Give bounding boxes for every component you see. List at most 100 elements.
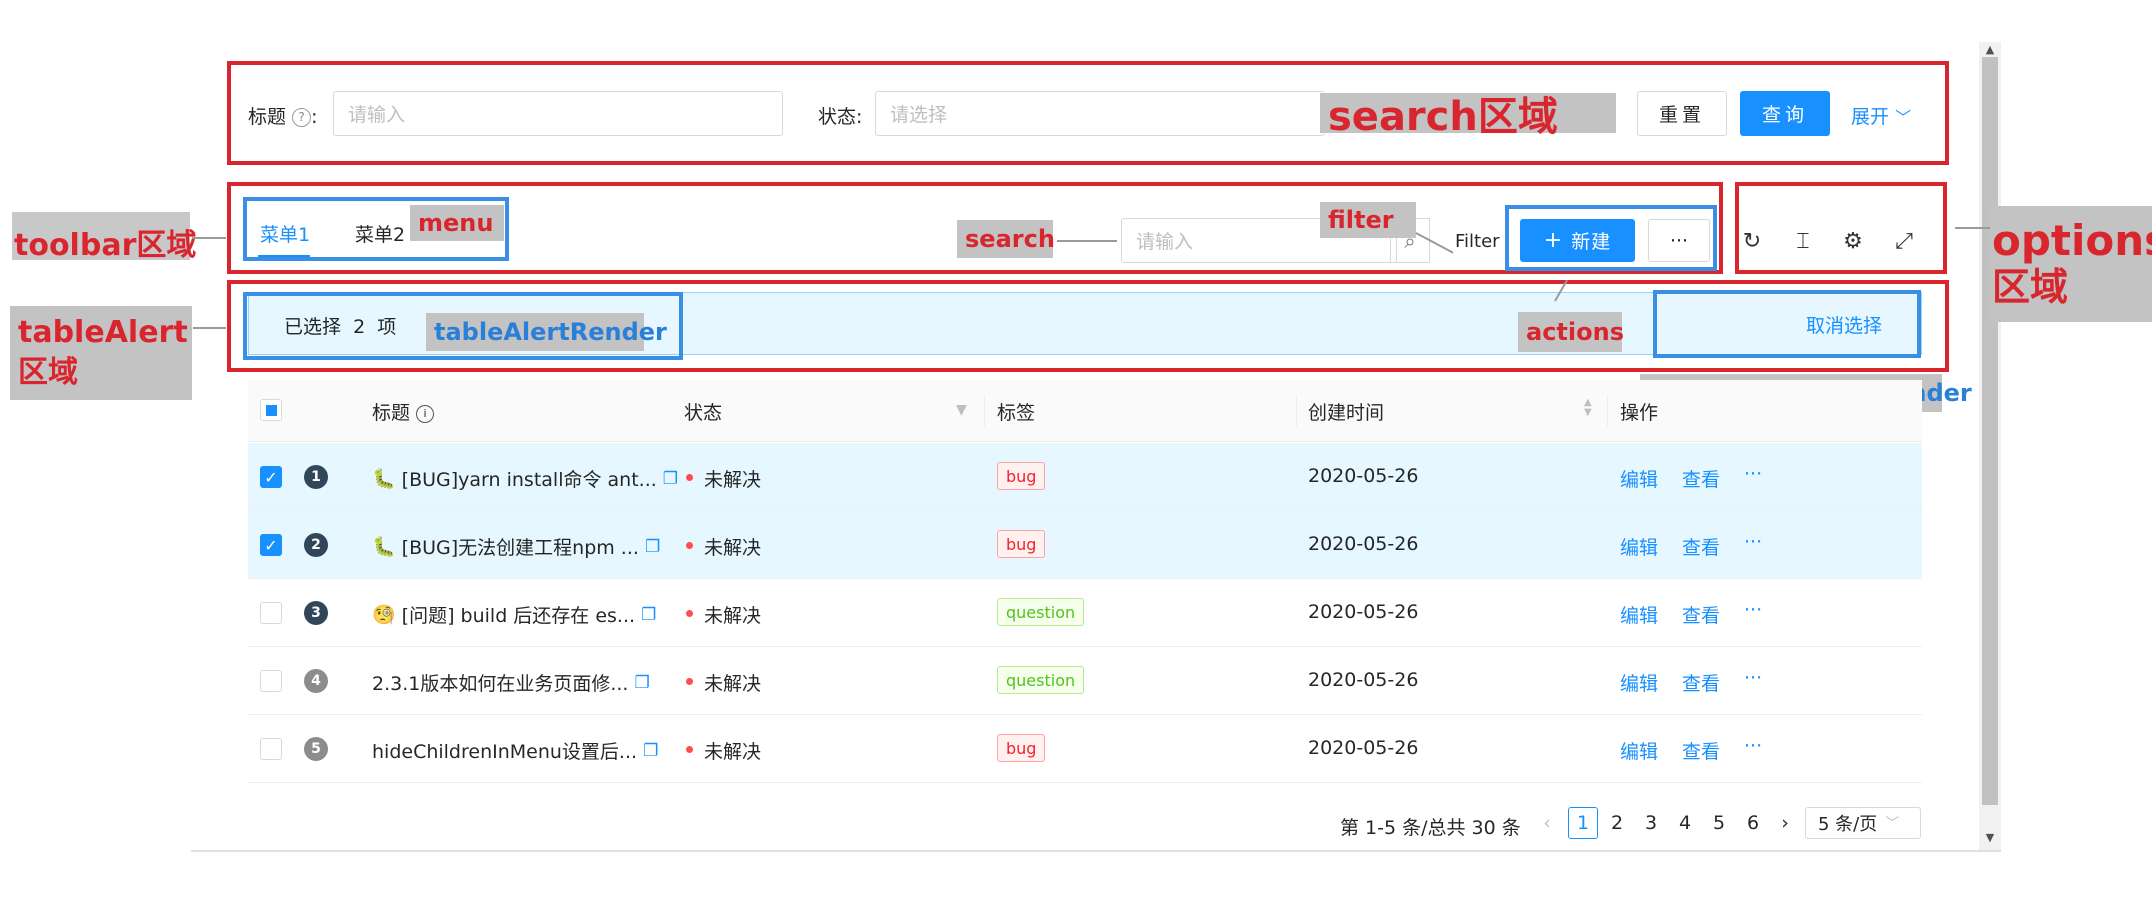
row-tag: bug	[997, 530, 1046, 558]
scrollbar-thumb[interactable]	[1982, 57, 1998, 805]
row-title[interactable]: 🧐 [问题] build 后还存在 es... ❐	[372, 601, 656, 628]
row-status: 未解决	[704, 741, 762, 763]
edit-link[interactable]: 编辑	[1620, 533, 1658, 560]
table-header	[248, 380, 1922, 442]
edit-link[interactable]: 编辑	[1620, 737, 1658, 764]
row-title-text: hideChildrenInMenu设置后...	[372, 741, 638, 763]
view-link[interactable]: 查看	[1682, 669, 1720, 696]
column-divider	[1607, 395, 1608, 427]
table-row[interactable]: ✓ 2 🐛 [BUG]无法创建工程npm ... ❐ 未解决 bug 2020-…	[248, 511, 1922, 579]
row-index-badge: 1	[304, 465, 328, 489]
prev-page-icon[interactable]: ‹	[1537, 807, 1557, 839]
th-tags: 标签	[997, 402, 1036, 424]
row-more-icon[interactable]: ···	[1744, 531, 1762, 553]
page-size-value: 5 条/页	[1818, 814, 1878, 835]
table-alert-render-annotation-label: tableAlertRender	[426, 313, 667, 351]
issue-emoji-icon: 🐛	[372, 468, 396, 490]
row-checkbox[interactable]	[260, 738, 282, 760]
indeterminate-icon	[265, 404, 277, 416]
search-area-annotation-label: search区域	[1320, 93, 1616, 140]
density-icon[interactable]: ⌶	[1789, 227, 1817, 255]
toolbar-search-placeholder: 请输入	[1136, 231, 1194, 253]
table-row[interactable]: ✓ 1 🐛 [BUG]yarn install命令 ant... ❐ 未解决 b…	[248, 443, 1922, 511]
row-title[interactable]: 🐛 [BUG]yarn install命令 ant... ❐	[372, 465, 678, 492]
fullscreen-icon[interactable]: ⤢	[1890, 227, 1918, 255]
menu-annotation-label: menu	[410, 205, 504, 241]
page-number[interactable]: 3	[1636, 807, 1666, 839]
page-number[interactable]: 2	[1602, 807, 1632, 839]
pagination-total: 第 1-5 条/总共 30 条	[1340, 817, 1521, 839]
search-area-annotation-box	[227, 61, 1949, 165]
selected-count-text: 已选择 2 项	[284, 316, 397, 338]
row-checkbox[interactable]: ✓	[260, 534, 282, 556]
table-alert-annotation-label: tableAlert 区域	[10, 306, 192, 400]
row-title-text: [BUG]无法创建工程npm ...	[401, 537, 639, 559]
row-more-icon[interactable]: ···	[1744, 667, 1762, 689]
row-more-icon[interactable]: ···	[1744, 463, 1762, 485]
row-title[interactable]: 🐛 [BUG]无法创建工程npm ... ❐	[372, 533, 660, 560]
row-created-at: 2020-05-26	[1308, 601, 1419, 623]
row-more-icon[interactable]: ···	[1744, 735, 1762, 757]
edit-link[interactable]: 编辑	[1620, 465, 1658, 492]
th-created-at[interactable]: 创建时间	[1308, 398, 1384, 425]
row-title-text: [问题] build 后还存在 es...	[401, 605, 636, 627]
row-tag: question	[997, 666, 1085, 694]
table-row[interactable]: 4 2.3.1版本如何在业务页面修... ❐ 未解决 question 2020…	[248, 647, 1922, 715]
edit-link[interactable]: 编辑	[1620, 669, 1658, 696]
column-divider	[1296, 395, 1297, 427]
view-link[interactable]: 查看	[1682, 737, 1720, 764]
row-checkbox[interactable]	[260, 602, 282, 624]
table-row[interactable]: 5 hideChildrenInMenu设置后... ❐ 未解决 bug 202…	[248, 715, 1922, 783]
reload-icon[interactable]: ↻	[1738, 227, 1766, 255]
edit-link[interactable]: 编辑	[1620, 601, 1658, 628]
status-dot	[686, 474, 693, 481]
issue-emoji-icon: 🐛	[372, 536, 396, 558]
row-checkbox[interactable]	[260, 670, 282, 692]
row-title-text: [BUG]yarn install命令 ant...	[401, 469, 657, 491]
row-title[interactable]: hideChildrenInMenu设置后... ❐	[372, 737, 658, 764]
filter-annotation-label: filter	[1320, 202, 1416, 238]
search-annotation-arrow	[1057, 240, 1117, 242]
status-dot	[686, 542, 693, 549]
row-tag: question	[997, 598, 1085, 626]
status-dot	[686, 678, 693, 685]
row-status: 未解决	[704, 673, 762, 695]
copy-icon[interactable]: ❐	[663, 469, 678, 489]
row-index-badge: 4	[304, 669, 328, 693]
sorter-icon[interactable]: ▲ ▼	[1584, 398, 1592, 418]
issue-emoji-icon: 🧐	[372, 604, 396, 626]
copy-icon[interactable]: ❐	[641, 605, 656, 625]
scroll-up-icon[interactable]: ▲	[1979, 42, 2001, 56]
th-title[interactable]: 标题 i	[372, 398, 435, 425]
toolbar-area-annotation-label: toolbar区域	[14, 228, 197, 263]
copy-icon[interactable]: ❐	[645, 537, 660, 557]
view-link[interactable]: 查看	[1682, 465, 1720, 492]
copy-icon[interactable]: ❐	[634, 673, 649, 693]
row-index-badge: 5	[304, 737, 328, 761]
copy-icon[interactable]: ❐	[643, 741, 658, 761]
row-more-icon[interactable]: ···	[1744, 599, 1762, 621]
toolbar-annotation-arrow	[192, 237, 226, 239]
select-all-checkbox[interactable]	[260, 399, 282, 421]
page-size-select[interactable]: 5 条/页 ﹀	[1805, 807, 1921, 839]
row-title[interactable]: 2.3.1版本如何在业务页面修... ❐	[372, 669, 650, 696]
page-number[interactable]: 1	[1568, 807, 1598, 839]
scroll-down-icon[interactable]: ▼	[1979, 830, 2001, 844]
cancel-selection-link[interactable]: 取消选择	[1806, 311, 1882, 338]
table-row[interactable]: 3 🧐 [问题] build 后还存在 es... ❐ 未解决 question…	[248, 579, 1922, 647]
row-index-badge: 2	[304, 533, 328, 557]
view-link[interactable]: 查看	[1682, 601, 1720, 628]
setting-icon[interactable]: ⚙	[1839, 227, 1867, 255]
page-number[interactable]: 6	[1738, 807, 1768, 839]
next-page-icon[interactable]: ›	[1774, 807, 1796, 839]
view-link[interactable]: 查看	[1682, 533, 1720, 560]
table-alert-annotation-arrow	[193, 327, 226, 329]
page-number[interactable]: 5	[1704, 807, 1734, 839]
row-index-badge: 3	[304, 601, 328, 625]
filter-icon[interactable]: ▼	[956, 402, 967, 418]
filter-label[interactable]: Filter	[1455, 231, 1500, 252]
page-number[interactable]: 4	[1670, 807, 1700, 839]
row-created-at: 2020-05-26	[1308, 533, 1419, 555]
row-tag: bug	[997, 462, 1046, 490]
row-checkbox[interactable]: ✓	[260, 466, 282, 488]
